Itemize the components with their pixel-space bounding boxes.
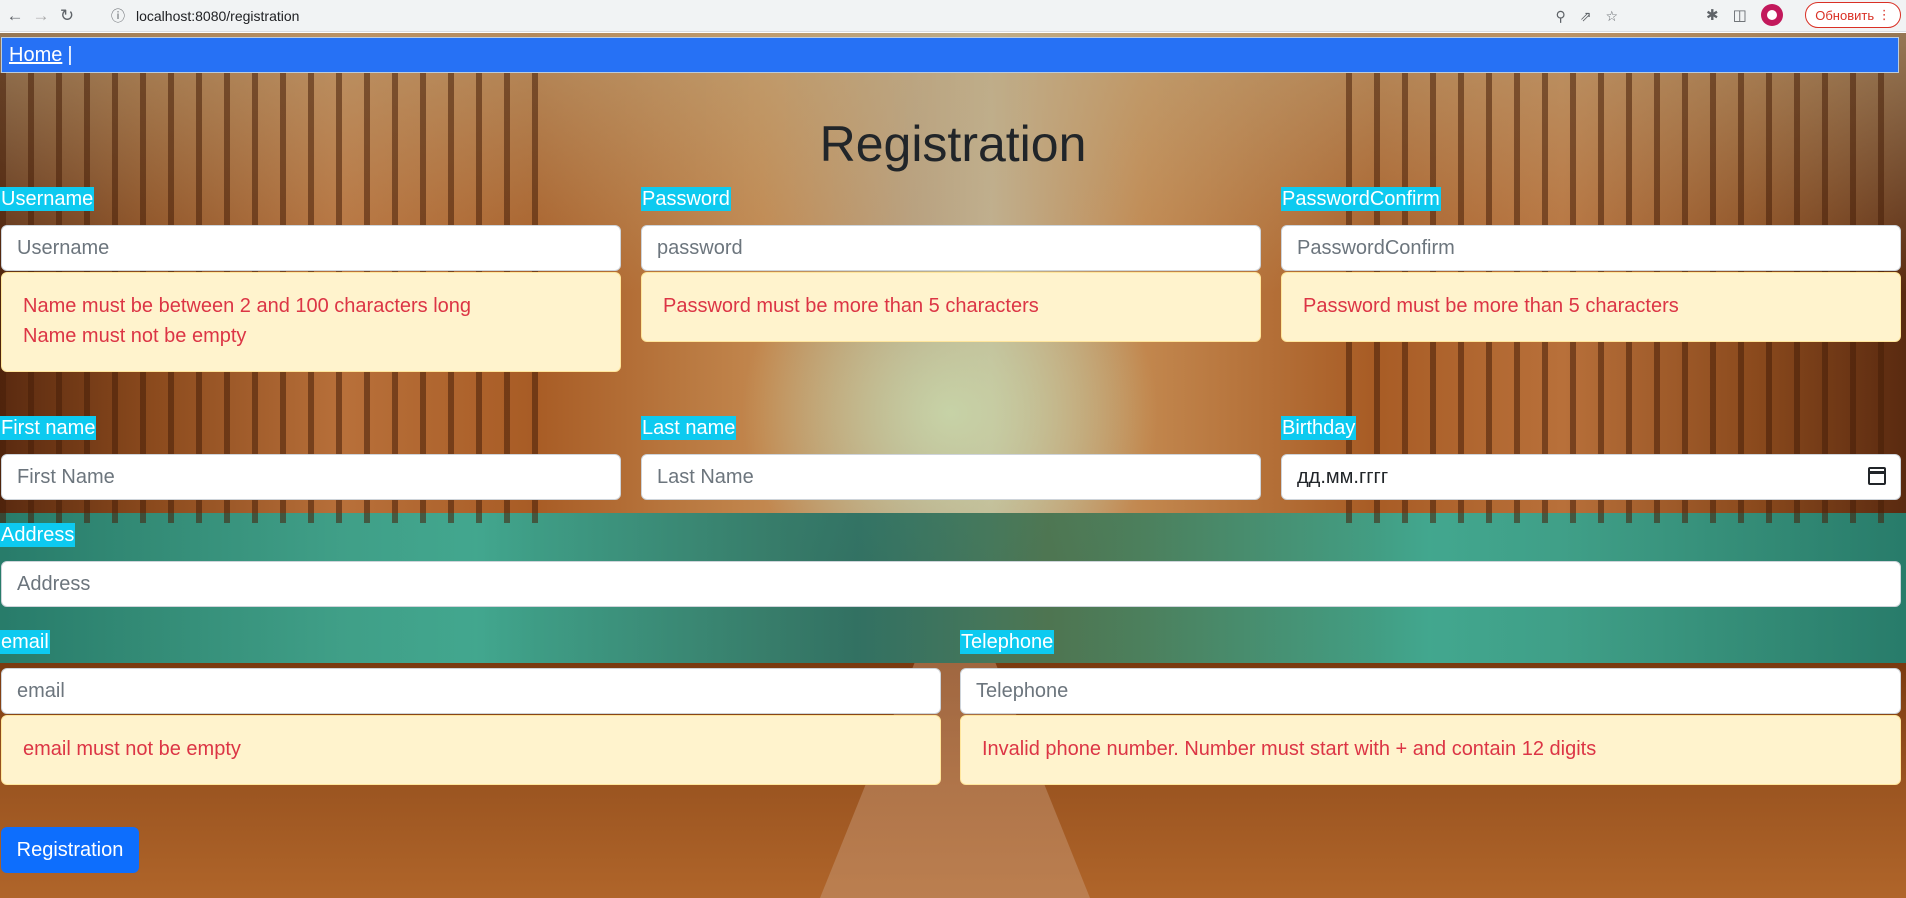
first-name-label: First name (0, 416, 97, 440)
first-name-input[interactable]: First Name (1, 454, 621, 500)
last-name-label: Last name (641, 416, 737, 440)
email-label: email (0, 630, 50, 654)
email-error-line: email must not be empty (23, 738, 241, 760)
username-error-line: Name must be between 2 and 100 character… (23, 295, 472, 317)
password-label: Password (641, 187, 731, 211)
last-name-input[interactable]: Last Name (641, 454, 1261, 500)
registration-button[interactable]: Registration (1, 827, 139, 873)
star-icon[interactable]: ☆ (1605, 8, 1618, 25)
username-label: Username (0, 187, 95, 211)
calendar-icon[interactable] (1868, 467, 1886, 485)
side-panel-icon[interactable]: ◫ (1733, 6, 1747, 24)
share-icon[interactable]: ⇗ (1580, 8, 1592, 25)
telephone-input[interactable]: Telephone (960, 668, 1901, 714)
password-error-line: Password must be more than 5 characters (663, 295, 1039, 317)
address-label: Address (0, 523, 76, 547)
telephone-label: Telephone (960, 630, 1055, 654)
address-bar[interactable]: ⓘ localhost:8080/registration ⚲ ⇗ ☆ (96, 3, 1626, 29)
page-title: Registration (819, 116, 1087, 172)
password-error: Password must be more than 5 characters (641, 272, 1261, 342)
password-confirm-input[interactable]: PasswordConfirm (1281, 225, 1901, 271)
address-input[interactable]: Address (1, 561, 1901, 607)
password-confirm-error-line: Password must be more than 5 characters (1303, 295, 1679, 317)
url-text: localhost:8080/registration (136, 8, 300, 24)
zoom-icon[interactable]: ⚲ (1555, 8, 1565, 25)
nav-home-link[interactable]: Home (9, 44, 62, 67)
forward-icon[interactable]: → (30, 5, 52, 27)
password-input[interactable]: password (641, 225, 1261, 271)
update-label: Обновить (1815, 7, 1875, 23)
username-error-line: Name must not be empty (23, 325, 247, 347)
birthday-label: Birthday (1281, 416, 1357, 440)
email-input[interactable]: email (1, 668, 941, 714)
username-input[interactable]: Username (1, 225, 621, 271)
nav-separator: | (67, 43, 73, 66)
birthday-value: дд.мм.гггг (1297, 465, 1389, 488)
update-button[interactable]: Обновить ⋮ (1805, 2, 1901, 28)
password-confirm-label: PasswordConfirm (1281, 187, 1441, 211)
reload-icon[interactable]: ↻ (56, 5, 78, 27)
info-icon[interactable]: ⓘ (108, 6, 128, 26)
password-confirm-error: Password must be more than 5 characters (1281, 272, 1901, 342)
telephone-error-line: Invalid phone number. Number must start … (982, 738, 1597, 760)
birthday-input[interactable]: дд.мм.гггг (1281, 454, 1901, 500)
back-icon[interactable]: ← (4, 5, 26, 27)
username-error: Name must be between 2 and 100 character… (1, 272, 621, 372)
navbar: Home | (1, 37, 1899, 73)
email-error: email must not be empty (1, 715, 941, 785)
profile-avatar[interactable] (1760, 4, 1783, 26)
extensions-icon[interactable]: ✱ (1706, 6, 1719, 24)
browser-toolbar: ← → ↻ ⓘ localhost:8080/registration ⚲ ⇗ … (0, 0, 1906, 32)
telephone-error: Invalid phone number. Number must start … (960, 715, 1901, 785)
